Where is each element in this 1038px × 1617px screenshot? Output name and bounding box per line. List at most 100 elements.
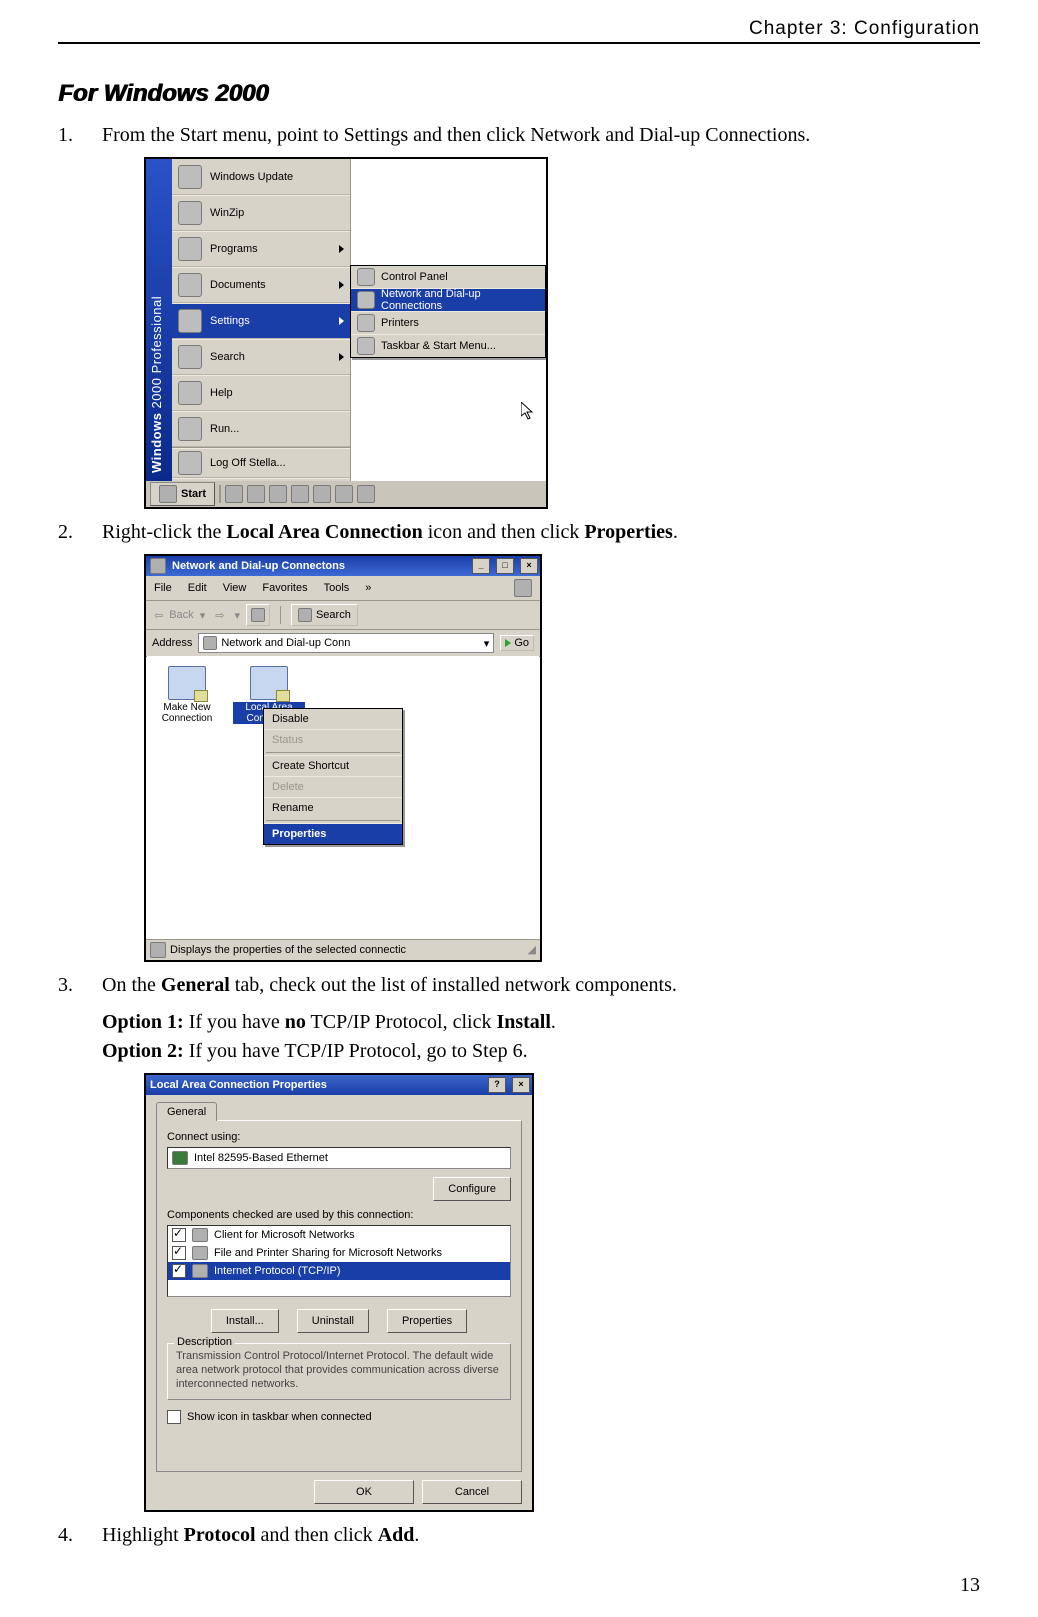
search-button[interactable]: Search	[291, 604, 358, 626]
chevron-right-icon	[339, 245, 344, 253]
submenu-item-printers[interactable]: Printers	[351, 311, 545, 334]
step-4-bold-b: Add	[378, 1524, 415, 1546]
back-button[interactable]: Back	[169, 609, 193, 621]
logoff-icon	[178, 451, 202, 475]
windows-update-icon	[178, 165, 202, 189]
step-3-text-b: tab, check out the list of installed net…	[230, 974, 677, 996]
search-icon	[178, 345, 202, 369]
install-button[interactable]: Install...	[211, 1309, 279, 1333]
step-1: 1. From the Start menu, point to Setting…	[58, 122, 980, 149]
make-new-connection-icon	[168, 666, 206, 700]
menu-item-programs[interactable]: Programs	[172, 231, 350, 267]
help-icon	[178, 381, 202, 405]
menu-edit[interactable]: Edit	[188, 582, 207, 594]
list-item-selected[interactable]: Internet Protocol (TCP/IP)	[168, 1262, 510, 1280]
show-icon-label: Show icon in taskbar when connected	[187, 1411, 372, 1423]
adapter-name: Intel 82595-Based Ethernet	[194, 1152, 328, 1164]
throbber-icon	[514, 579, 532, 597]
local-area-connection-icon	[250, 666, 288, 700]
resize-grip-icon[interactable]: ◢	[522, 943, 536, 957]
service-icon	[192, 1246, 208, 1260]
checkbox-icon[interactable]	[172, 1228, 186, 1242]
checkbox-icon[interactable]	[172, 1264, 186, 1278]
icon-make-new-connection[interactable]: Make NewConnection	[151, 666, 223, 724]
ctx-delete: Delete	[264, 776, 402, 797]
uninstall-button[interactable]: Uninstall	[297, 1309, 369, 1333]
step-3-option-2: Option 2: If you have TCP/IP Protocol, g…	[102, 1038, 980, 1065]
help-button[interactable]: ?	[488, 1077, 506, 1093]
quicklaunch-icon[interactable]	[247, 485, 265, 503]
quicklaunch-icon[interactable]	[225, 485, 243, 503]
step-4-text-c: .	[414, 1524, 419, 1546]
nic-icon	[172, 1151, 188, 1165]
list-item[interactable]: File and Printer Sharing for Microsoft N…	[168, 1244, 510, 1262]
menu-tools[interactable]: Tools	[324, 582, 350, 594]
menu-item-logoff[interactable]: Log Off Stella...	[172, 448, 350, 478]
connect-using-label: Connect using:	[167, 1131, 511, 1143]
menu-item-documents[interactable]: Documents	[172, 267, 350, 303]
step-2-bold-a: Local Area Connection	[226, 521, 422, 543]
figure-connection-properties: Local Area Connection Properties ? × Gen…	[144, 1073, 534, 1512]
step-4-text-a: Highlight	[102, 1524, 184, 1546]
ctx-create-shortcut[interactable]: Create Shortcut	[264, 755, 402, 776]
cancel-button[interactable]: Cancel	[422, 1480, 522, 1504]
step-2: 2. Right-click the Local Area Connection…	[58, 519, 980, 546]
go-button[interactable]: Go	[500, 635, 534, 651]
menu-view[interactable]: View	[223, 582, 247, 594]
up-button[interactable]	[246, 604, 270, 626]
ctx-rename[interactable]: Rename	[264, 797, 402, 818]
show-icon-checkbox[interactable]: Show icon in taskbar when connected	[167, 1410, 511, 1424]
address-value: Network and Dial-up Conn	[221, 637, 350, 649]
checkbox-icon[interactable]	[172, 1246, 186, 1260]
step-3: 3. On the General tab, check out the lis…	[58, 972, 980, 1065]
description-label: Description	[174, 1336, 235, 1348]
menu-item-run[interactable]: Run...	[172, 411, 350, 447]
cursor-icon	[521, 402, 535, 420]
quicklaunch-icon[interactable]	[357, 485, 375, 503]
ctx-disable[interactable]: Disable	[264, 709, 402, 729]
tab-general[interactable]: General	[156, 1102, 217, 1121]
menu-more[interactable]: »	[365, 582, 371, 594]
menu-item-search[interactable]: Search	[172, 339, 350, 375]
folder-up-icon	[251, 608, 265, 622]
list-item[interactable]: Client for Microsoft Networks	[168, 1226, 510, 1244]
step-3-bold-a: General	[161, 974, 230, 996]
taskbar-icon	[357, 337, 375, 355]
dialog-title: Local Area Connection Properties	[150, 1079, 327, 1091]
quicklaunch-icon[interactable]	[335, 485, 353, 503]
quicklaunch-icon[interactable]	[291, 485, 309, 503]
minimize-button[interactable]: _	[472, 558, 490, 574]
properties-button[interactable]: Properties	[387, 1309, 467, 1333]
address-input[interactable]: Network and Dial-up Conn ▾	[198, 633, 494, 653]
search-icon	[298, 608, 312, 622]
quicklaunch-icon[interactable]	[269, 485, 287, 503]
context-menu: Disable Status Create Shortcut Delete Re…	[263, 708, 403, 845]
menu-favorites[interactable]: Favorites	[262, 582, 307, 594]
toolbar: ⇦ Back ▾ ⇨ ▾ Search	[146, 601, 540, 630]
description-text: Transmission Control Protocol/Internet P…	[176, 1350, 502, 1391]
ctx-properties[interactable]: Properties	[264, 823, 402, 844]
address-bar: Address Network and Dial-up Conn ▾ Go	[146, 630, 540, 657]
figure-start-menu: Windows 2000 Professional Windows Update…	[144, 157, 548, 509]
maximize-button[interactable]: □	[496, 558, 514, 574]
step-1-number: 1.	[58, 122, 102, 149]
adapter-field: Intel 82595-Based Ethernet	[167, 1147, 511, 1169]
menu-item-help[interactable]: Help	[172, 375, 350, 411]
menu-item-windows-update[interactable]: Windows Update	[172, 159, 350, 195]
configure-button[interactable]: Configure	[433, 1177, 511, 1201]
menu-item-winzip[interactable]: WinZip	[172, 195, 350, 231]
start-button[interactable]: Start	[150, 482, 215, 506]
quicklaunch-icon[interactable]	[313, 485, 331, 503]
submenu-item-network[interactable]: Network and Dial-up Connections	[351, 288, 545, 311]
components-list[interactable]: Client for Microsoft Networks File and P…	[167, 1225, 511, 1297]
menu-item-settings[interactable]: Settings	[172, 303, 350, 339]
submenu-item-control-panel[interactable]: Control Panel	[351, 266, 545, 288]
submenu-item-taskbar[interactable]: Taskbar & Start Menu...	[351, 334, 545, 357]
ok-button[interactable]: OK	[314, 1480, 414, 1504]
menu-file[interactable]: File	[154, 582, 172, 594]
address-label: Address	[152, 637, 192, 649]
close-button[interactable]: ×	[520, 558, 538, 574]
step-2-bold-b: Properties	[584, 521, 673, 543]
close-button[interactable]: ×	[512, 1077, 530, 1093]
checkbox-icon[interactable]	[167, 1410, 181, 1424]
